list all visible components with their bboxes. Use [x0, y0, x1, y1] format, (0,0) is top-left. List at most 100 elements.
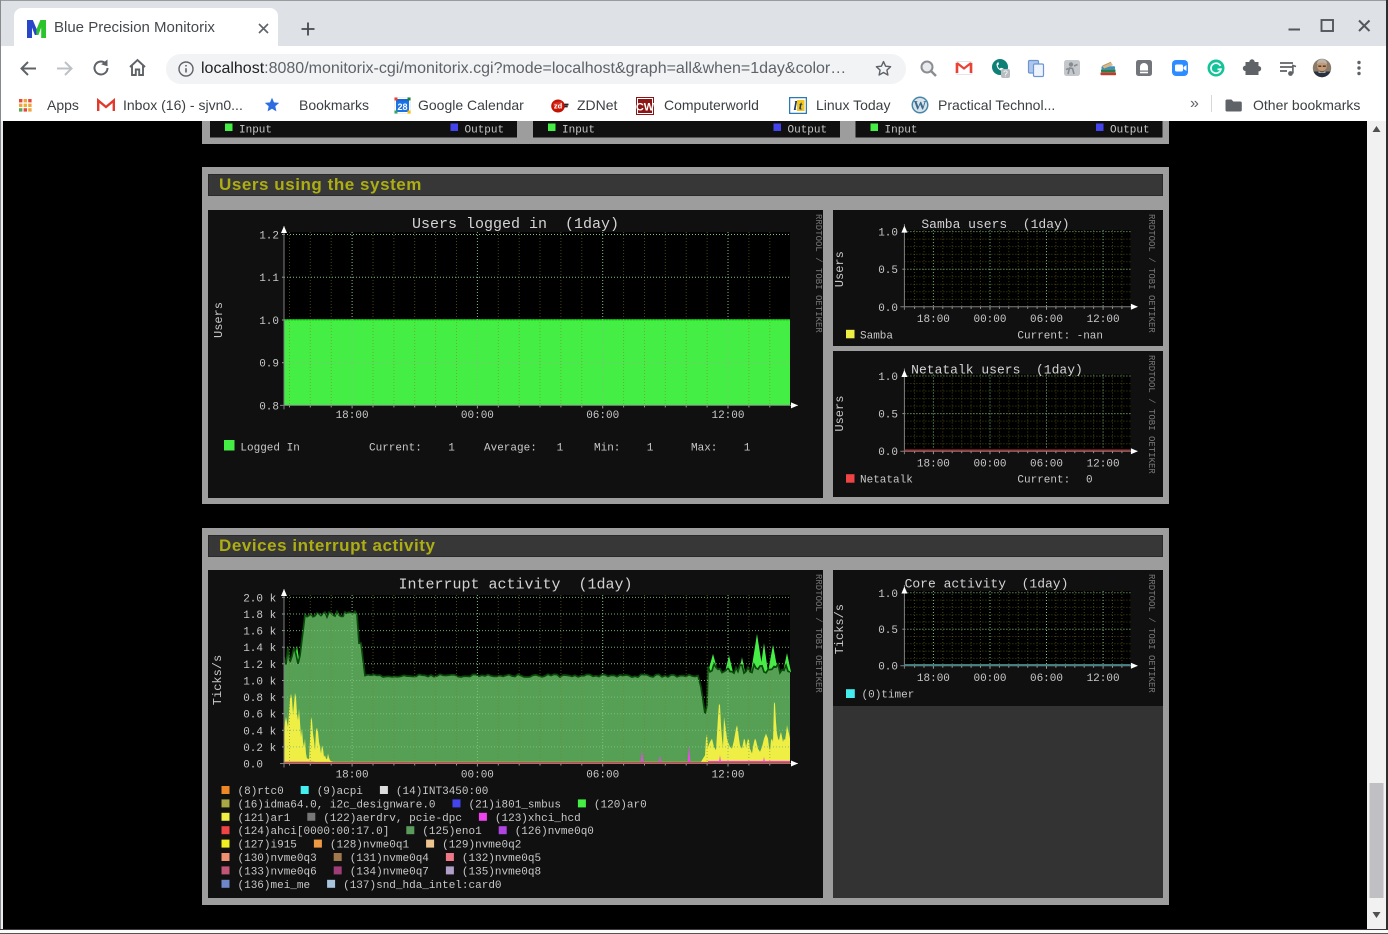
svg-text:(130)nvme0q3: (130)nvme0q3: [238, 853, 317, 865]
svg-text:Users: Users: [833, 251, 847, 287]
svg-text:Input: Input: [885, 125, 918, 137]
svg-text:18:00: 18:00: [917, 458, 950, 470]
svg-text:2.0 k: 2.0 k: [243, 593, 276, 605]
svg-text:Ticks/s: Ticks/s: [211, 654, 225, 704]
svg-text:0.8 k: 0.8 k: [243, 693, 276, 705]
svg-text:0.9: 0.9: [259, 358, 279, 370]
svg-text:12:00: 12:00: [1087, 314, 1120, 326]
svg-text:1.0: 1.0: [878, 227, 898, 239]
svg-text:(134)nvme0q7: (134)nvme0q7: [350, 866, 429, 878]
svg-text:(131)nvme0q4: (131)nvme0q4: [350, 853, 430, 865]
svg-text:0.0: 0.0: [243, 759, 263, 771]
svg-text:-nan: -nan: [1077, 330, 1103, 342]
svg-text:06:00: 06:00: [1030, 314, 1063, 326]
svg-text:06:00: 06:00: [586, 410, 619, 422]
svg-text:Logged In: Logged In: [240, 442, 299, 454]
svg-text:1.2 k: 1.2 k: [243, 659, 276, 671]
svg-text:(125)eno1: (125)eno1: [422, 826, 482, 838]
svg-text:1.0: 1.0: [878, 372, 898, 384]
svg-text:12:00: 12:00: [711, 410, 744, 422]
svg-text:(122)aerdrv, pcie-dpc: (122)aerdrv, pcie-dpc: [323, 812, 462, 824]
svg-text:0.0: 0.0: [878, 302, 898, 314]
svg-text:1.1: 1.1: [259, 273, 279, 285]
svg-text:Netatalk users (1day): Netatalk users (1day): [911, 362, 1083, 377]
svg-text:(129)nvme0q2: (129)nvme0q2: [442, 839, 521, 851]
svg-text:0.5: 0.5: [878, 625, 898, 637]
svg-text:Current:: Current:: [1017, 474, 1070, 486]
svg-text:(132)nvme0q5: (132)nvme0q5: [462, 853, 541, 865]
svg-text:Interrupt activity (1day): Interrupt activity (1day): [398, 576, 632, 593]
svg-text:Samba: Samba: [860, 330, 893, 342]
svg-text:Output: Output: [1110, 125, 1150, 137]
svg-text:(133)nvme0q6: (133)nvme0q6: [238, 866, 317, 878]
svg-text:Core activity (1day): Core activity (1day): [905, 576, 1069, 591]
svg-text:zd: zd: [554, 102, 563, 111]
svg-text:06:00: 06:00: [1030, 673, 1063, 685]
svg-text:1.0: 1.0: [878, 588, 898, 600]
svg-text:?: ?: [1003, 68, 1008, 78]
svg-text:(9)acpi: (9)acpi: [317, 786, 364, 798]
svg-text:12:00: 12:00: [711, 769, 744, 781]
svg-text:12:00: 12:00: [1087, 458, 1120, 470]
svg-text:(136)mei_me: (136)mei_me: [238, 879, 311, 891]
svg-text:Average: 1: Average: 1: [484, 442, 564, 454]
svg-text:Output: Output: [788, 125, 828, 137]
svg-text:(128)nvme0q1: (128)nvme0q1: [330, 839, 410, 851]
svg-text:RRDTOOL / TOBI OETIKER: RRDTOOL / TOBI OETIKER: [813, 214, 823, 333]
svg-text:Users logged in (1day): Users logged in (1day): [412, 216, 619, 233]
svg-text:Max: 1: Max: 1: [691, 442, 751, 454]
svg-text:Min: 1: Min: 1: [594, 442, 654, 454]
svg-text:(16)idma64.0, i2c_designware.0: (16)idma64.0, i2c_designware.0: [238, 799, 436, 811]
svg-text:(14)INT3450:00: (14)INT3450:00: [396, 786, 488, 798]
svg-text:Current:: Current:: [1017, 330, 1070, 342]
svg-text:Ticks/s: Ticks/s: [833, 603, 847, 653]
svg-text:(123)xhci_hcd: (123)xhci_hcd: [495, 812, 581, 824]
svg-text:Users: Users: [833, 395, 847, 431]
svg-text:(127)i915: (127)i915: [238, 839, 297, 851]
svg-text:(0)timer: (0)timer: [862, 689, 915, 701]
svg-text:(120)ar0: (120)ar0: [594, 799, 647, 811]
svg-text:RRDTOOL / TOBI OETIKER: RRDTOOL / TOBI OETIKER: [1146, 355, 1156, 474]
svg-text:CW: CW: [636, 102, 654, 114]
svg-text:1.0: 1.0: [259, 316, 279, 328]
svg-text:l: l: [794, 98, 798, 113]
svg-text:06:00: 06:00: [586, 769, 619, 781]
svg-text:Netatalk: Netatalk: [860, 474, 913, 486]
svg-text:06:00: 06:00: [1030, 458, 1063, 470]
svg-text:RRDTOOL / TOBI OETIKER: RRDTOOL / TOBI OETIKER: [813, 574, 823, 693]
svg-text:0.5: 0.5: [878, 409, 898, 421]
svg-text:0.8: 0.8: [259, 401, 279, 413]
svg-text:0.6 k: 0.6 k: [243, 709, 276, 721]
svg-text:(21)i801_smbus: (21)i801_smbus: [469, 799, 561, 811]
svg-text:00:00: 00:00: [461, 769, 494, 781]
svg-text:Current: 1: Current: 1: [369, 442, 455, 454]
svg-text:Input: Input: [562, 125, 595, 137]
svg-text:Users: Users: [212, 301, 226, 337]
svg-text:0.4 k: 0.4 k: [243, 726, 276, 738]
svg-text:RRDTOOL / TOBI OETIKER: RRDTOOL / TOBI OETIKER: [1146, 574, 1156, 693]
svg-text:1.0 k: 1.0 k: [243, 676, 276, 688]
svg-text:RRDTOOL / TOBI OETIKER: RRDTOOL / TOBI OETIKER: [1146, 214, 1156, 333]
svg-text:0.2 k: 0.2 k: [243, 742, 276, 754]
svg-text:00:00: 00:00: [461, 410, 494, 422]
svg-text:28: 28: [397, 102, 407, 112]
svg-text:(8)rtc0: (8)rtc0: [238, 786, 284, 798]
svg-text:18:00: 18:00: [336, 410, 369, 422]
svg-text:1.6 k: 1.6 k: [243, 626, 276, 638]
svg-text:0.5: 0.5: [878, 265, 898, 277]
svg-text:18:00: 18:00: [917, 314, 950, 326]
svg-text:0.0: 0.0: [878, 661, 898, 673]
svg-text:(135)nvme0q8: (135)nvme0q8: [462, 866, 541, 878]
svg-text:(137)snd_hda_intel:card0: (137)snd_hda_intel:card0: [343, 879, 501, 891]
svg-text:1.4 k: 1.4 k: [243, 643, 276, 655]
svg-text:00:00: 00:00: [973, 673, 1006, 685]
svg-text:1.8 k: 1.8 k: [243, 610, 276, 622]
svg-text:Input: Input: [239, 125, 272, 137]
svg-text:Samba users (1day): Samba users (1day): [921, 217, 1069, 232]
svg-text:Output: Output: [465, 125, 505, 137]
svg-text:W: W: [914, 98, 927, 113]
svg-text:0.0: 0.0: [878, 447, 898, 459]
svg-text:0: 0: [1086, 474, 1093, 486]
svg-text:(126)nvme0q0: (126)nvme0q0: [515, 826, 594, 838]
svg-text:18:00: 18:00: [336, 769, 369, 781]
